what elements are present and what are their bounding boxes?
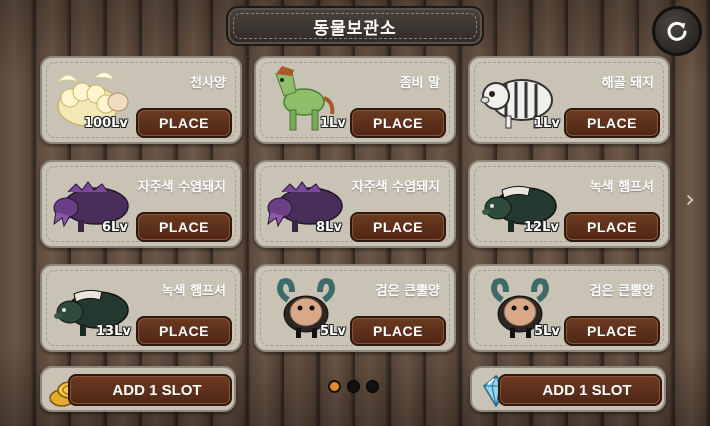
refresh-icon <box>667 21 687 41</box>
animal-level: 6Lv <box>102 220 128 235</box>
animal-level: 12Lv <box>524 220 559 235</box>
animal-name: 좀비 말 <box>399 76 440 91</box>
storage-card: 검은 큰뿔양 5Lv PLACE <box>254 264 456 352</box>
storage-card: 좀비 말 1Lv PLACE <box>254 56 456 144</box>
add-slot-coins-button[interactable]: ADD 1 SLOT <box>40 366 236 412</box>
animal-name: 천사양 <box>190 76 226 91</box>
animal-level: 8Lv <box>316 220 342 235</box>
page-dot[interactable] <box>347 380 360 393</box>
page-indicator <box>328 380 379 393</box>
animal-level: 5Lv <box>534 324 560 339</box>
animal-name: 녹색 햄프셔 <box>161 284 226 299</box>
animal-level: 13Lv <box>96 324 131 339</box>
place-button[interactable]: PLACE <box>564 212 660 242</box>
place-button[interactable]: PLACE <box>564 316 660 346</box>
place-button[interactable]: PLACE <box>136 108 232 138</box>
place-button[interactable]: PLACE <box>350 316 446 346</box>
animal-level: 1Lv <box>320 116 346 131</box>
storage-card: 자주색 수염돼지 8Lv PLACE <box>254 160 456 248</box>
animal-level: 5Lv <box>320 324 346 339</box>
animal-name: 검은 큰뿔양 <box>589 284 654 299</box>
storage-card: 천사양 100Lv PLACE <box>40 56 242 144</box>
add-slot-gem-button[interactable]: ADD 1 SLOT <box>470 366 666 412</box>
animal-level: 1Lv <box>534 116 560 131</box>
animal-name: 자주색 수염돼지 <box>137 180 226 195</box>
animal-name: 녹색 햄프셔 <box>589 180 654 195</box>
storage-card: 녹색 햄프셔 13Lv PLACE <box>40 264 242 352</box>
title-bar: 동물보관소 <box>226 6 484 46</box>
place-button[interactable]: PLACE <box>350 212 446 242</box>
place-button[interactable]: PLACE <box>350 108 446 138</box>
storage-card: 해골 돼지 1Lv PLACE <box>468 56 670 144</box>
animal-level: 100Lv <box>84 116 128 131</box>
storage-card: 자주색 수염돼지 6Lv PLACE <box>40 160 242 248</box>
page-dot[interactable] <box>366 380 379 393</box>
animal-name: 자주색 수염돼지 <box>351 180 440 195</box>
place-button[interactable]: PLACE <box>564 108 660 138</box>
storage-card: 검은 큰뿔양 5Lv PLACE <box>468 264 670 352</box>
place-button[interactable]: PLACE <box>136 212 232 242</box>
page-title: 동물보관소 <box>313 18 397 39</box>
place-button[interactable]: PLACE <box>136 316 232 346</box>
refresh-button[interactable] <box>652 6 702 56</box>
chevron-right-icon: › <box>685 185 695 213</box>
page-dot-active[interactable] <box>328 380 341 393</box>
animal-name: 검은 큰뿔양 <box>375 284 440 299</box>
add-slot-label: ADD 1 SLOT <box>68 374 232 406</box>
add-slot-label: ADD 1 SLOT <box>498 374 662 406</box>
animal-name: 해골 돼지 <box>601 76 654 91</box>
storage-card: 녹색 햄프셔 12Lv PLACE <box>468 160 670 248</box>
next-page-arrow[interactable]: › <box>680 186 700 212</box>
